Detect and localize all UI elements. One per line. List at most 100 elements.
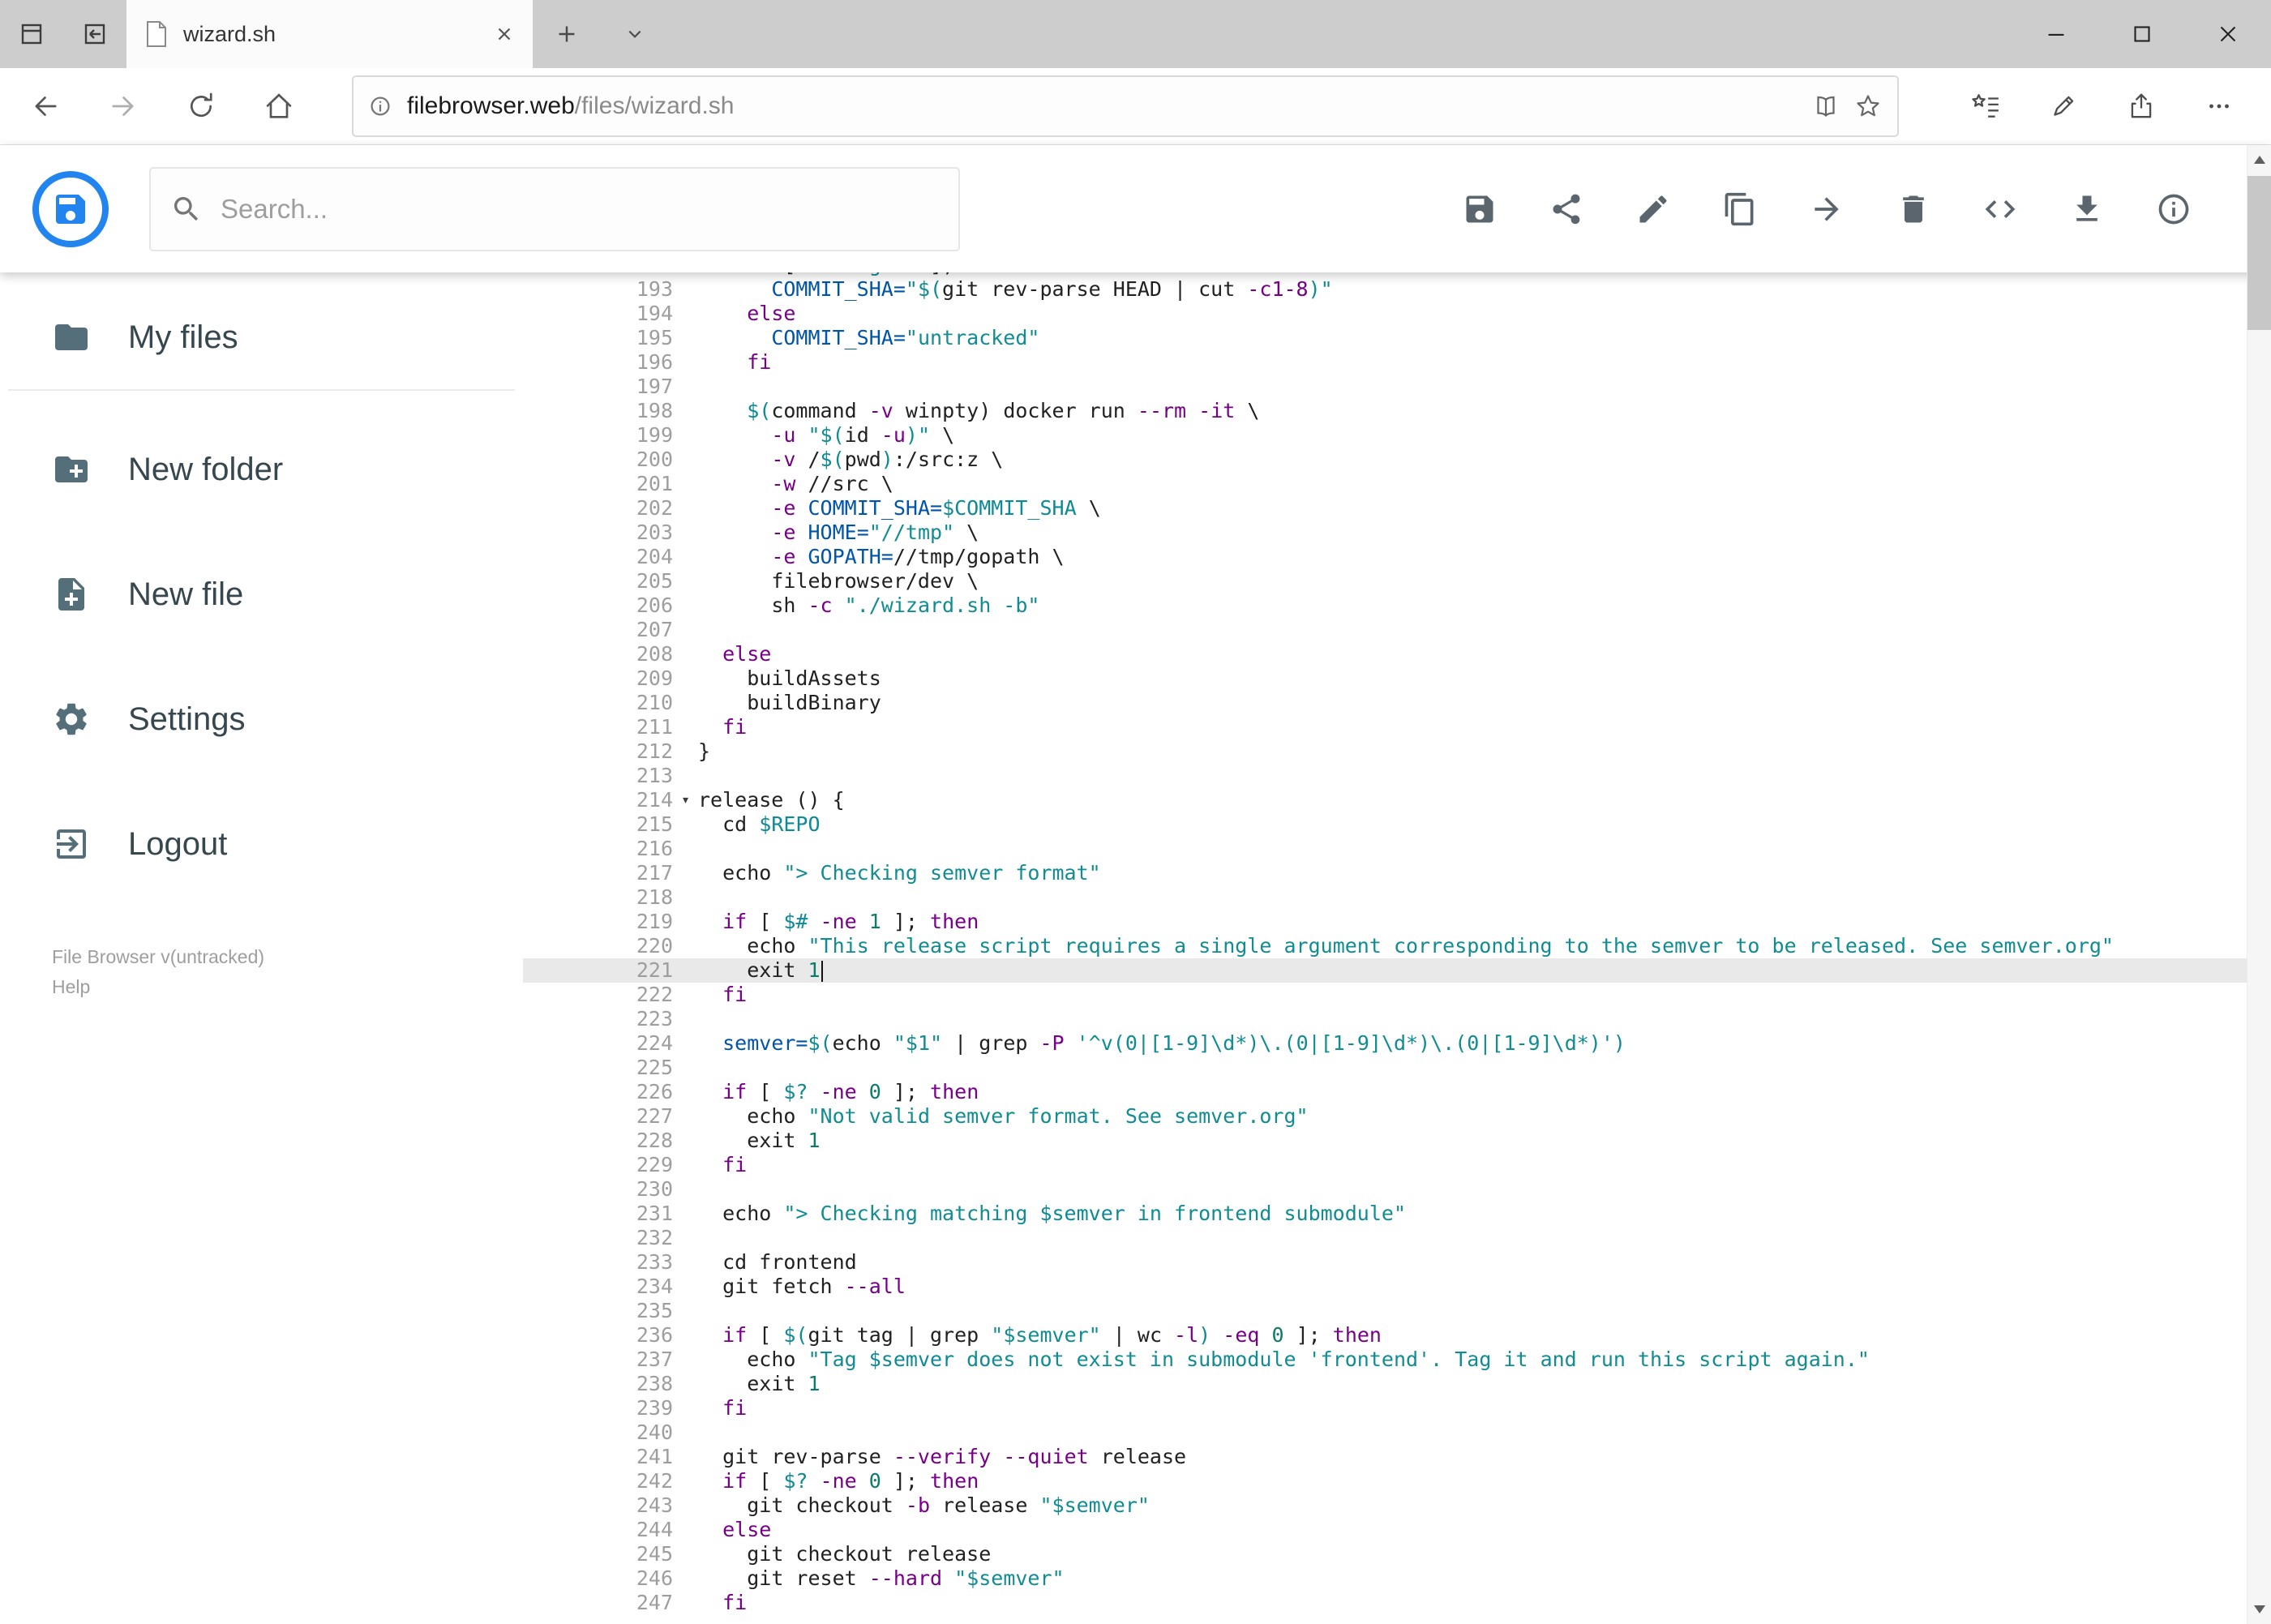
code-line[interactable]: 246 git reset --hard "$semver" xyxy=(523,1566,2271,1591)
code-line[interactable]: 198 $(command -v winpty) docker run --rm… xyxy=(523,399,2271,423)
code-line[interactable]: 225 xyxy=(523,1056,2271,1080)
share-button[interactable] xyxy=(1544,186,1589,232)
forward-button[interactable] xyxy=(84,75,162,138)
code-line[interactable]: 212} xyxy=(523,739,2271,764)
code-line[interactable]: 240 xyxy=(523,1420,2271,1445)
code-line[interactable]: 213 xyxy=(523,764,2271,788)
tabs-set-aside-button[interactable] xyxy=(0,0,63,68)
code-line[interactable]: 226 if [ $? -ne 0 ]; then xyxy=(523,1080,2271,1104)
code-line[interactable]: 223 xyxy=(523,1007,2271,1031)
scroll-down-button[interactable] xyxy=(2247,1595,2271,1624)
tab-preview-toggle-button[interactable] xyxy=(601,0,669,68)
code-line[interactable]: 218 xyxy=(523,885,2271,910)
code-view-button[interactable] xyxy=(1977,186,2023,232)
sidebar-item-new-file[interactable]: New file xyxy=(0,532,523,657)
code-line[interactable]: 243 git checkout -b release "$semver" xyxy=(523,1493,2271,1518)
rename-button[interactable] xyxy=(1630,186,1676,232)
code-line[interactable]: 211 fi xyxy=(523,715,2271,739)
copy-button[interactable] xyxy=(1717,186,1763,232)
address-url-field[interactable]: filebrowser.web/files/wizard.sh xyxy=(352,75,1899,137)
code-line[interactable]: 219 if [ $# -ne 1 ]; then xyxy=(523,910,2271,934)
code-line[interactable]: 232 xyxy=(523,1226,2271,1250)
reading-view-button[interactable] xyxy=(1811,92,1840,121)
sidebar-item-settings[interactable]: Settings xyxy=(0,657,523,782)
tab-close-button[interactable] xyxy=(494,24,515,45)
code-line[interactable]: 207 xyxy=(523,618,2271,642)
code-line[interactable]: 235 xyxy=(523,1299,2271,1323)
code-line[interactable]: 247 fi xyxy=(523,1591,2271,1615)
code-line[interactable]: 244 else xyxy=(523,1518,2271,1542)
save-button[interactable] xyxy=(1457,186,1502,232)
back-button[interactable] xyxy=(6,75,84,138)
code-line[interactable]: 203 -e HOME="//tmp" \ xyxy=(523,521,2271,545)
code-line[interactable]: 197 xyxy=(523,375,2271,399)
set-tabs-aside-button[interactable] xyxy=(63,0,126,68)
code-line[interactable]: 230 xyxy=(523,1177,2271,1202)
code-line[interactable]: 227 echo "Not valid semver format. See s… xyxy=(523,1104,2271,1129)
code-line[interactable]: 216 xyxy=(523,837,2271,861)
code-line[interactable]: 204 -e GOPATH=//tmp/gopath \ xyxy=(523,545,2271,569)
code-line[interactable]: 221 exit 1 xyxy=(523,958,2271,983)
code-line[interactable]: 237 echo "Tag $semver does not exist in … xyxy=(523,1348,2271,1372)
code-line[interactable]: 228 exit 1 xyxy=(523,1129,2271,1153)
web-note-button[interactable] xyxy=(2025,75,2102,138)
info-button[interactable] xyxy=(2151,186,2196,232)
code-line[interactable]: 196 fi xyxy=(523,350,2271,375)
favorite-star-button[interactable] xyxy=(1853,92,1883,121)
code-line[interactable]: 194 else xyxy=(523,302,2271,326)
search-box[interactable] xyxy=(149,166,960,251)
code-line[interactable]: 242 if [ $? -ne 0 ]; then xyxy=(523,1469,2271,1493)
code-line[interactable]: 209 buildAssets xyxy=(523,666,2271,691)
code-line[interactable]: 233 cd frontend xyxy=(523,1250,2271,1275)
help-link[interactable]: Help xyxy=(52,972,523,1002)
more-options-button[interactable] xyxy=(2180,75,2258,138)
code-line[interactable]: 193 COMMIT_SHA="$(git rev-parse HEAD | c… xyxy=(523,277,2271,302)
code-line[interactable]: 217 echo "> Checking semver format" xyxy=(523,861,2271,885)
filebrowser-logo[interactable] xyxy=(32,170,109,247)
code-line[interactable]: 229 fi xyxy=(523,1153,2271,1177)
minimize-button[interactable] xyxy=(2013,0,2099,68)
search-input[interactable] xyxy=(221,193,939,225)
sidebar-item-my-files[interactable]: My files xyxy=(0,285,523,389)
home-button[interactable] xyxy=(240,75,318,138)
delete-button[interactable] xyxy=(1891,186,1936,232)
scrollbar-thumb[interactable] xyxy=(2247,176,2271,330)
code-line[interactable]: 195 COMMIT_SHA="untracked" xyxy=(523,326,2271,350)
code-line[interactable]: 210 buildBinary xyxy=(523,691,2271,715)
code-line[interactable]: 202 -e COMMIT_SHA=$COMMIT_SHA \ xyxy=(523,496,2271,521)
code-line[interactable]: 208 else xyxy=(523,642,2271,666)
code-line[interactable]: 236 if [ $(git tag | grep "$semver" | wc… xyxy=(523,1323,2271,1348)
code-editor[interactable]: 192 if [ -d ".git" ]; then193 COMMIT_SHA… xyxy=(523,272,2271,1624)
code-line[interactable]: 222 fi xyxy=(523,983,2271,1007)
new-tab-button[interactable] xyxy=(533,0,601,68)
code-line[interactable]: 215 cd $REPO xyxy=(523,812,2271,837)
reload-button[interactable] xyxy=(162,75,240,138)
code-line[interactable]: 231 echo "> Checking matching $semver in… xyxy=(523,1202,2271,1226)
code-line[interactable]: 239 fi xyxy=(523,1396,2271,1420)
code-line[interactable]: 245 git checkout release xyxy=(523,1542,2271,1566)
code-line[interactable]: 220 echo "This release script requires a… xyxy=(523,934,2271,958)
scroll-up-button[interactable] xyxy=(2247,145,2271,174)
close-window-button[interactable] xyxy=(2185,0,2271,68)
fold-arrow-icon[interactable]: ▾ xyxy=(673,788,698,812)
sidebar-item-new-folder[interactable]: New folder xyxy=(0,407,523,532)
maximize-button[interactable] xyxy=(2099,0,2185,68)
code-line[interactable]: 214 ▾ release () { xyxy=(523,788,2271,812)
code-line[interactable]: 224 semver=$(echo "$1" | grep -P '^v(0|[… xyxy=(523,1031,2271,1056)
site-info-icon[interactable] xyxy=(366,92,394,120)
code-line[interactable]: 234 git fetch --all xyxy=(523,1275,2271,1299)
share-page-button[interactable] xyxy=(2102,75,2180,138)
code-line[interactable]: 199 -u "$(id -u)" \ xyxy=(523,423,2271,448)
sidebar-item-logout[interactable]: Logout xyxy=(0,782,523,906)
code-line[interactable]: 206 sh -c "./wizard.sh -b" xyxy=(523,593,2271,618)
move-button[interactable] xyxy=(1804,186,1849,232)
browser-tab[interactable]: wizard.sh xyxy=(126,0,533,68)
hub-favorites-button[interactable] xyxy=(1947,75,2025,138)
code-line[interactable]: 205 filebrowser/dev \ xyxy=(523,569,2271,593)
code-line[interactable]: 201 -w //src \ xyxy=(523,472,2271,496)
code-line[interactable]: 200 -v /$(pwd):/src:z \ xyxy=(523,448,2271,472)
code-line[interactable]: 241 git rev-parse --verify --quiet relea… xyxy=(523,1445,2271,1469)
download-button[interactable] xyxy=(2064,186,2110,232)
code-line[interactable]: 238 exit 1 xyxy=(523,1372,2271,1396)
page-scrollbar[interactable] xyxy=(2247,145,2271,1624)
